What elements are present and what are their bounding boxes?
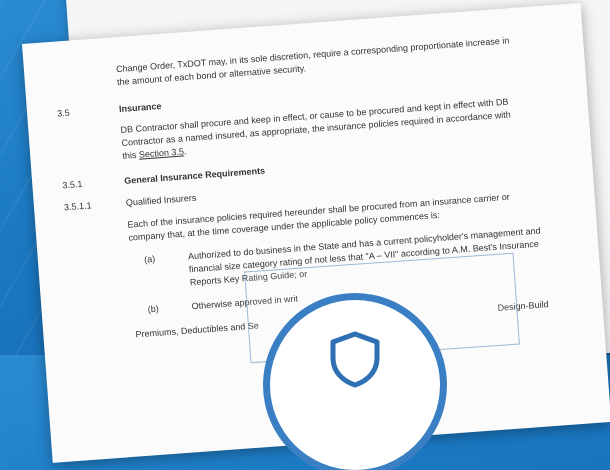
list-label: (a) [143, 253, 156, 265]
list-label: (b) [147, 303, 160, 315]
shield-icon [330, 331, 380, 388]
section-number: 3.5.1.1 [63, 200, 92, 213]
paragraph-text: this [122, 149, 140, 161]
section-number: 3.5.1 [62, 178, 83, 191]
paragraph-text: . [183, 146, 187, 157]
section-link[interactable]: Section 3.5 [139, 146, 185, 159]
shield-badge [270, 300, 440, 470]
section-number: 3.5 [56, 107, 71, 119]
